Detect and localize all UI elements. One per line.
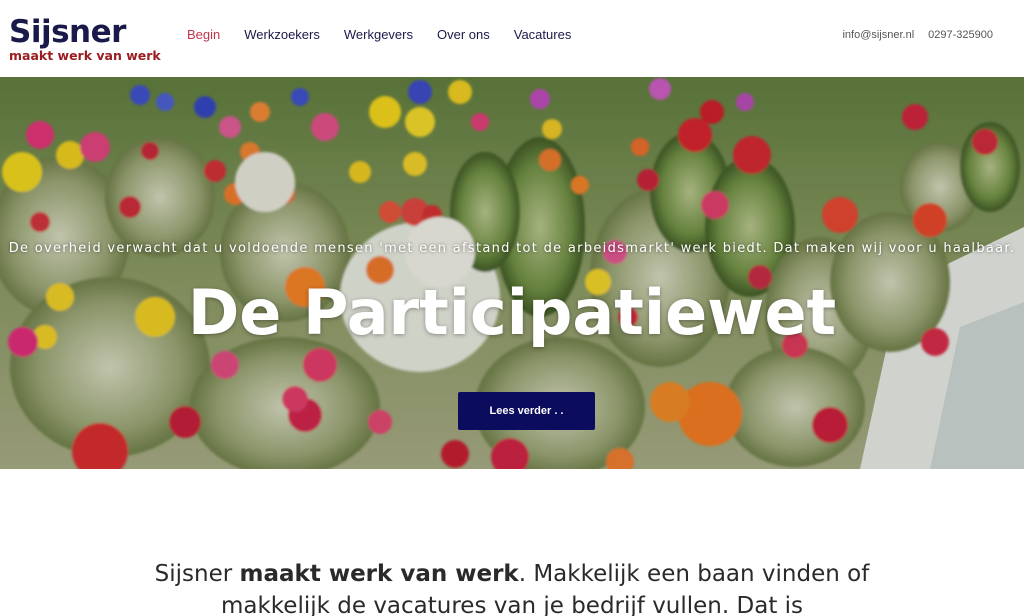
nav-item-werkgevers[interactable]: Werkgevers	[332, 27, 425, 43]
read-more-button[interactable]: Lees verder . .	[458, 392, 595, 430]
contact-email[interactable]: info@sijsner.nl	[842, 28, 914, 42]
main-nav: Begin Werkzoekers Werkgevers Over ons Va…	[175, 27, 583, 43]
intro-text-bold: maakt werk van werk	[239, 561, 519, 587]
logo-name: Sijsner	[9, 14, 126, 50]
hero-subtitle: De overheid verwacht dat u voldoende men…	[8, 241, 1016, 256]
logo-tagline: maakt werk van werk	[9, 48, 161, 63]
contact-phone[interactable]: 0297-325900	[928, 28, 993, 42]
nav-item-over-ons[interactable]: Over ons	[425, 27, 502, 43]
nav-item-begin[interactable]: Begin	[175, 27, 232, 43]
nav-item-werkzoekers[interactable]: Werkzoekers	[232, 27, 332, 43]
hero-title: De Participatiewet	[187, 276, 837, 349]
nav-item-vacatures[interactable]: Vacatures	[502, 27, 584, 43]
logo[interactable]: Sijsner maakt werk van werk	[9, 16, 161, 63]
site-header: Sijsner maakt werk van werk Begin Werkzo…	[0, 0, 1024, 77]
intro-text: Sijsner maakt werk van werk. Makkelijk e…	[140, 558, 884, 616]
contact-info: info@sijsner.nl 0297-325900	[828, 28, 993, 42]
hero-banner: De overheid verwacht dat u voldoende men…	[0, 77, 1024, 469]
intro-text-part1: Sijsner	[154, 561, 240, 587]
